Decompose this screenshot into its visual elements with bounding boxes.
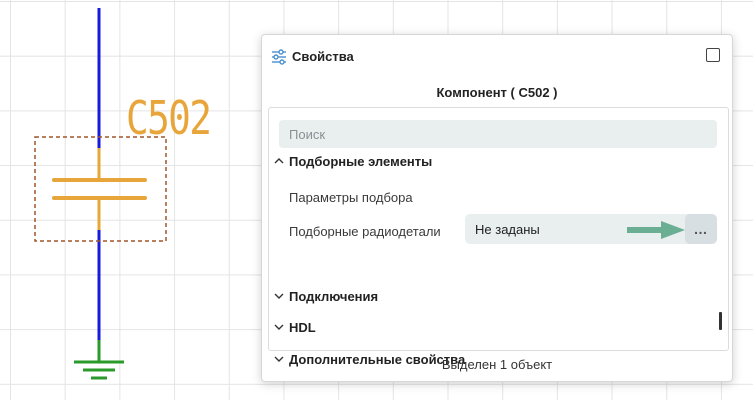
- sliders-icon: [272, 49, 286, 65]
- component-title: Компонент ( C502 ): [436, 85, 558, 100]
- search-input[interactable]: [279, 120, 717, 148]
- chevron-down-icon: [274, 324, 284, 330]
- selection-parts-value: Не заданы: [475, 222, 540, 237]
- section-label: HDL: [289, 319, 316, 335]
- panel-title: Свойства: [292, 49, 354, 64]
- chevron-up-icon: [274, 158, 284, 164]
- section-label: Подборные элементы: [289, 153, 433, 169]
- ground-symbol[interactable]: [74, 340, 124, 380]
- maximize-button[interactable]: [706, 48, 720, 62]
- panel-header: Свойства: [262, 35, 732, 77]
- property-label-selection-parts: Подборные радиодетали: [289, 224, 441, 239]
- more-options-button[interactable]: …: [685, 214, 717, 244]
- section-label: Подключения: [289, 288, 379, 304]
- section-selection-elements[interactable]: Подборные элементы: [273, 151, 432, 171]
- scrollbar[interactable]: [719, 312, 722, 330]
- section-hdl[interactable]: HDL: [273, 317, 316, 337]
- selection-parts-field[interactable]: Не заданы …: [465, 214, 717, 244]
- ref-designator-label[interactable]: C502: [126, 92, 212, 144]
- properties-panel: Свойства Компонент ( C502 ) Подборные эл…: [261, 34, 733, 382]
- section-connections[interactable]: Подключения: [273, 286, 378, 306]
- properties-content: Подборные элементы Параметры подбора Под…: [268, 107, 729, 367]
- selection-status: Выделен 1 объект: [441, 357, 553, 372]
- chevron-down-icon: [274, 293, 284, 299]
- property-label-selection-params: Параметры подбора: [289, 190, 413, 205]
- arrow-right-icon: [627, 221, 685, 239]
